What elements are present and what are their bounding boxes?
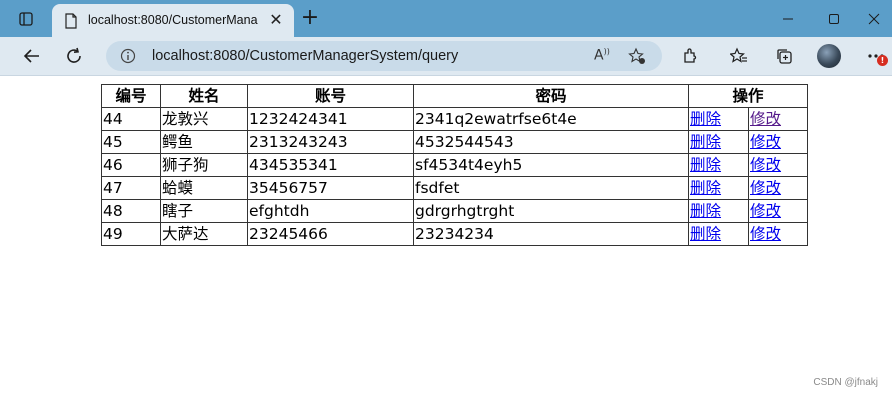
cell-delete: 删除: [688, 176, 749, 200]
cell-delete: 删除: [688, 153, 749, 177]
cell-edit: 修改: [748, 176, 808, 200]
page-icon: [64, 13, 78, 33]
header-password: 密码: [413, 84, 689, 108]
cell-account: 434535341: [247, 153, 414, 177]
tab-title: localhost:8080/CustomerManagerSystem/que…: [88, 13, 258, 27]
delete-link[interactable]: 删除: [690, 202, 721, 220]
cell-password: sf4534t4eyh5: [413, 153, 689, 177]
cell-name: 龙敦兴: [160, 107, 248, 131]
cell-account: 35456757: [247, 176, 414, 200]
cell-password: 4532544543: [413, 130, 689, 154]
collections-icon[interactable]: [768, 37, 800, 75]
cell-id: 46: [101, 153, 161, 177]
maximize-icon[interactable]: [812, 0, 856, 37]
cell-name: 大萨达: [160, 222, 248, 246]
edit-link[interactable]: 修改: [750, 202, 781, 220]
browser-title-bar: localhost:8080/CustomerManagerSystem/que…: [0, 0, 892, 37]
page-content: 编号 姓名 账号 密码 操作 44 龙敦兴 1232424341 2341q2e…: [0, 76, 892, 398]
delete-link[interactable]: 删除: [690, 133, 721, 151]
cell-account: 23245466: [247, 222, 414, 246]
cell-name: 狮子狗: [160, 153, 248, 177]
profile-avatar[interactable]: [817, 44, 841, 68]
extensions-icon[interactable]: [674, 37, 706, 75]
delete-link[interactable]: 删除: [690, 179, 721, 197]
cell-edit: 修改: [748, 153, 808, 177]
back-icon[interactable]: [16, 37, 48, 75]
cell-id: 45: [101, 130, 161, 154]
cell-edit: 修改: [748, 107, 808, 131]
cell-id: 49: [101, 222, 161, 246]
cell-account: 1232424341: [247, 107, 414, 131]
more-options-icon[interactable]: [860, 37, 892, 75]
watermark: CSDN @jfnakj: [813, 377, 878, 388]
cell-edit: 修改: [748, 199, 808, 223]
cell-edit: 修改: [748, 222, 808, 246]
browser-tab[interactable]: localhost:8080/CustomerManagerSystem/que…: [52, 4, 294, 37]
cell-edit: 修改: [748, 130, 808, 154]
header-id: 编号: [101, 84, 161, 108]
cell-delete: 删除: [688, 130, 749, 154]
header-account: 账号: [247, 84, 414, 108]
table-row: 47 蛤蟆 35456757 fsdfet 删除 修改: [101, 176, 808, 200]
cell-id: 47: [101, 176, 161, 200]
table-header-row: 编号 姓名 账号 密码 操作: [101, 84, 808, 108]
table-row: 46 狮子狗 434535341 sf4534t4eyh5 删除 修改: [101, 153, 808, 177]
cell-account: 2313243243: [247, 130, 414, 154]
cell-delete: 删除: [688, 199, 749, 223]
cell-password: gdrgrhgtrght: [413, 199, 689, 223]
add-favorite-icon[interactable]: [628, 47, 646, 69]
delete-link[interactable]: 删除: [690, 156, 721, 174]
edit-link[interactable]: 修改: [750, 133, 781, 151]
browser-toolbar: localhost:8080/CustomerManagerSystem/que…: [0, 37, 892, 76]
edit-link[interactable]: 修改: [750, 156, 781, 174]
cell-name: 蛤蟆: [160, 176, 248, 200]
cell-id: 48: [101, 199, 161, 223]
close-window-icon[interactable]: [856, 0, 892, 37]
cell-account: efghtdh: [247, 199, 414, 223]
update-badge: !: [877, 55, 888, 66]
edit-link[interactable]: 修改: [750, 179, 781, 197]
cell-delete: 删除: [688, 222, 749, 246]
cell-password: 2341q2ewatrfse6t4e: [413, 107, 689, 131]
header-actions: 操作: [688, 84, 808, 108]
read-aloud-icon[interactable]: A)): [594, 47, 610, 64]
edit-link[interactable]: 修改: [750, 110, 781, 128]
cell-id: 44: [101, 107, 161, 131]
address-text: localhost:8080/CustomerManagerSystem/que…: [152, 48, 459, 64]
delete-link[interactable]: 删除: [690, 225, 721, 243]
favorites-icon[interactable]: [723, 37, 755, 75]
minimize-icon[interactable]: [766, 0, 810, 37]
table-row: 49 大萨达 23245466 23234234 删除 修改: [101, 222, 808, 246]
header-name: 姓名: [160, 84, 248, 108]
address-bar[interactable]: localhost:8080/CustomerManagerSystem/que…: [106, 41, 662, 71]
customer-table: 编号 姓名 账号 密码 操作 44 龙敦兴 1232424341 2341q2e…: [101, 84, 808, 246]
table-row: 48 瞎子 efghtdh gdrgrhgtrght 删除 修改: [101, 199, 808, 223]
info-icon[interactable]: [120, 48, 136, 68]
close-tab-icon[interactable]: ✕: [266, 10, 286, 30]
table-row: 44 龙敦兴 1232424341 2341q2ewatrfse6t4e 删除 …: [101, 107, 808, 131]
delete-link[interactable]: 删除: [690, 110, 721, 128]
cell-delete: 删除: [688, 107, 749, 131]
cell-name: 鳄鱼: [160, 130, 248, 154]
tab-actions-icon[interactable]: [6, 0, 46, 37]
cell-password: fsdfet: [413, 176, 689, 200]
cell-name: 瞎子: [160, 199, 248, 223]
cell-password: 23234234: [413, 222, 689, 246]
new-tab-icon[interactable]: +: [299, 7, 321, 30]
table-row: 45 鳄鱼 2313243243 4532544543 删除 修改: [101, 130, 808, 154]
refresh-icon[interactable]: [58, 37, 90, 75]
edit-link[interactable]: 修改: [750, 225, 781, 243]
